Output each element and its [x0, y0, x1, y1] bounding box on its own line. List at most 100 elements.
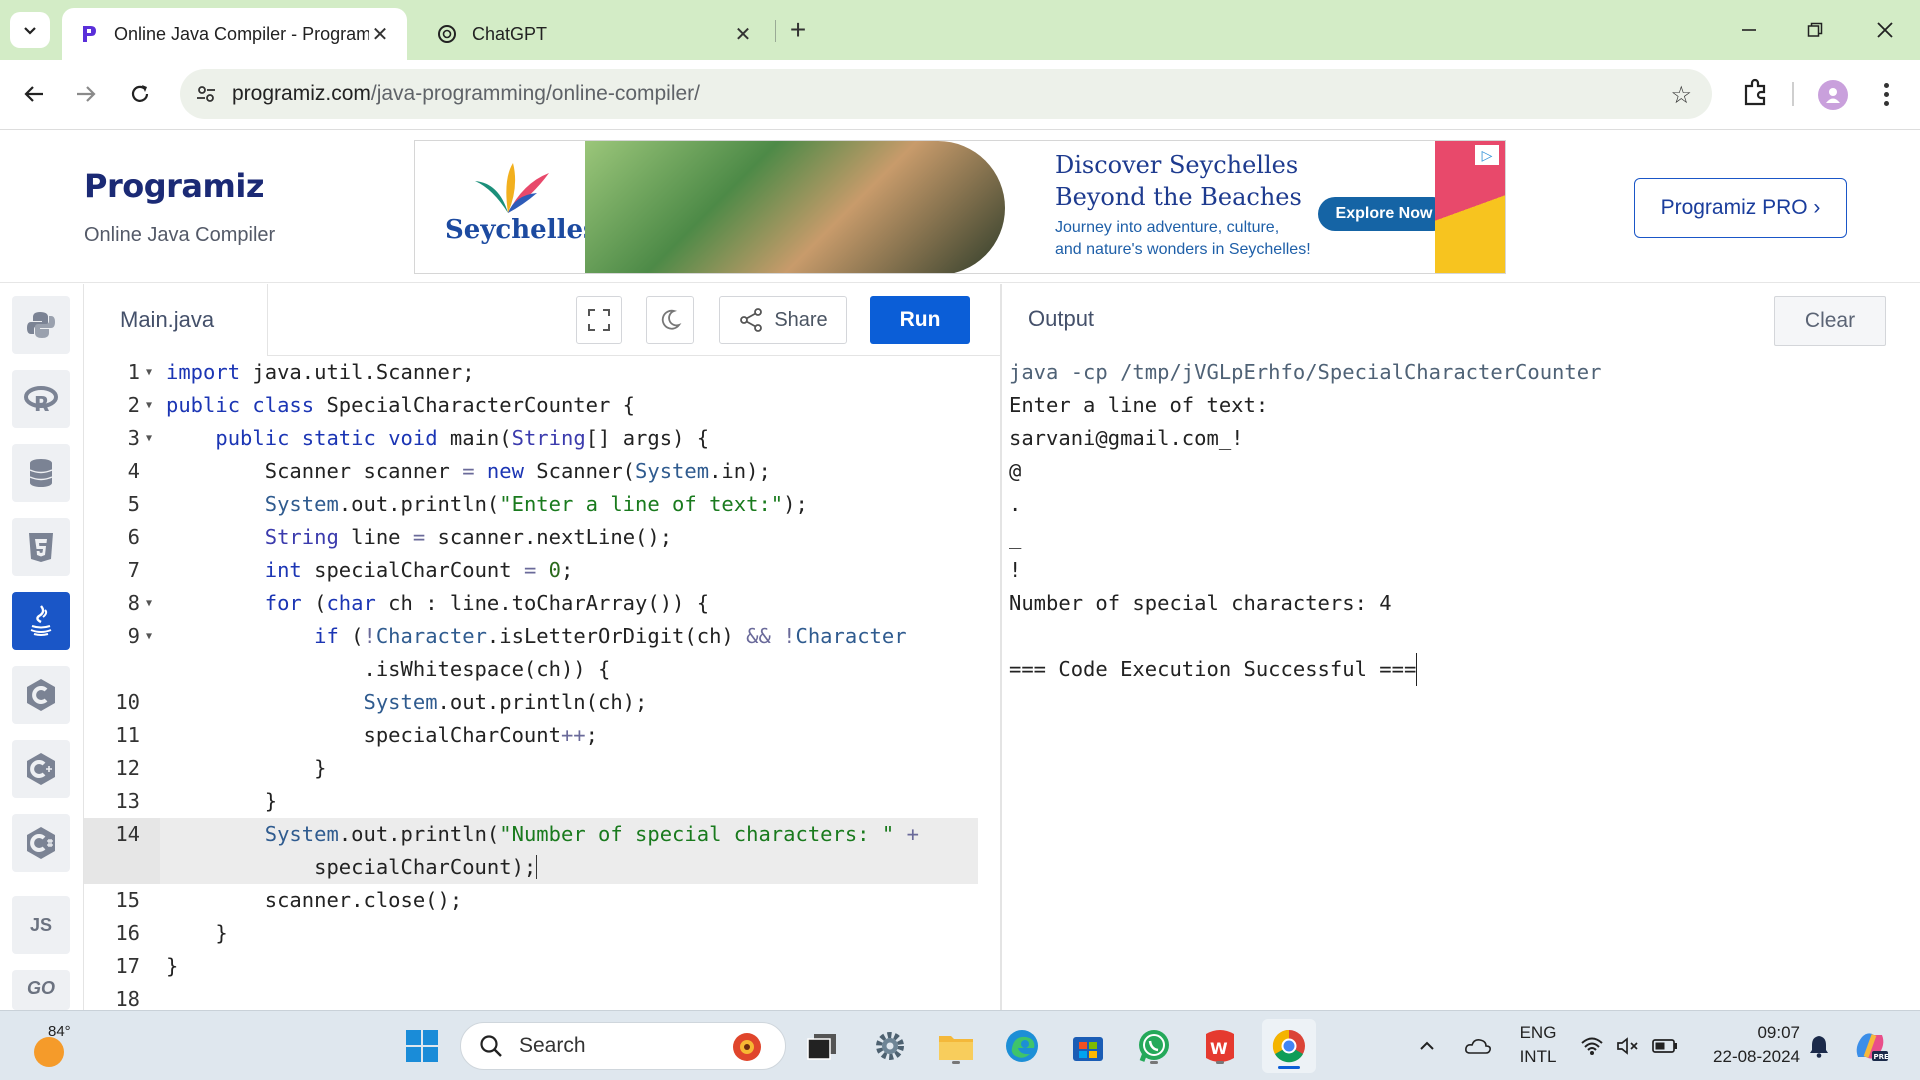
- volume-status[interactable]: [1616, 1011, 1640, 1080]
- programiz-favicon-icon: [78, 23, 100, 45]
- input-language-layout: INTL: [1519, 1047, 1557, 1066]
- svg-text:W: W: [1210, 1039, 1228, 1058]
- back-button[interactable]: [14, 74, 54, 114]
- ad-headline-line-1: Discover Seychelles: [1055, 151, 1299, 179]
- task-view-button[interactable]: [800, 1024, 844, 1068]
- gear-icon: [876, 1032, 904, 1060]
- tab-programiz[interactable]: Online Java Compiler - Program ✕: [62, 8, 407, 60]
- code-line: 9 ▼ if (!Character.isLetterOrDigit(ch) &&…: [84, 620, 1000, 653]
- extensions-icon[interactable]: [1738, 76, 1772, 110]
- programiz-pro-button[interactable]: Programiz PRO ›: [1634, 178, 1847, 238]
- search-icon: [480, 1035, 502, 1057]
- go-icon: GO: [26, 978, 55, 998]
- edge-browser-button[interactable]: [1000, 1024, 1044, 1068]
- tab-title: ChatGPT: [472, 23, 548, 44]
- code-line: 16 }: [84, 917, 1000, 950]
- code-line: 17}: [84, 950, 1000, 983]
- copilot-button[interactable]: PRE: [1852, 1011, 1888, 1080]
- file-explorer-button[interactable]: [934, 1024, 978, 1068]
- settings-app-button[interactable]: [868, 1024, 912, 1068]
- python-icon: [27, 312, 55, 338]
- line-number: 6: [127, 525, 140, 549]
- search-label: Search: [519, 1034, 586, 1057]
- running-indicator: [1278, 1066, 1300, 1069]
- battery-status[interactable]: [1652, 1011, 1678, 1080]
- url-path: /java-programming/online-compiler/: [370, 82, 701, 105]
- seychelles-logo-icon: [475, 163, 549, 213]
- lang-sql-button[interactable]: [12, 444, 70, 502]
- lang-r-button[interactable]: R: [12, 370, 70, 428]
- start-button[interactable]: [400, 1024, 444, 1068]
- line-number: 12: [115, 756, 140, 780]
- notifications-button[interactable]: [1808, 1011, 1830, 1080]
- url-host: programiz.com: [232, 82, 371, 105]
- new-tab-button[interactable]: +: [782, 14, 814, 46]
- tab-close-icon[interactable]: ✕: [369, 22, 391, 47]
- system-clock[interactable]: 09:07 22-08-2024: [1700, 1021, 1800, 1069]
- r-icon: R: [24, 386, 58, 413]
- fold-arrow-icon[interactable]: ▼: [146, 433, 152, 444]
- wifi-icon: [1581, 1037, 1603, 1055]
- output-console[interactable]: java -cp /tmp/jVGLpErhfo/SpecialCharacte…: [1002, 356, 1920, 1010]
- toolbar-separator: [1792, 82, 1794, 106]
- weather-widget[interactable]: 84°: [30, 1023, 76, 1067]
- input-language-indicator[interactable]: ENG INTL: [1516, 1021, 1560, 1069]
- lang-csharp-button[interactable]: [12, 814, 70, 872]
- bookmark-star-icon[interactable]: ☆: [1670, 81, 1692, 110]
- lang-cpp-button[interactable]: [12, 740, 70, 798]
- tab-search-button[interactable]: [10, 12, 50, 48]
- reload-icon: [131, 85, 149, 102]
- advertisement-banner[interactable]: Seychelles Discover Seychelles Beyond th…: [414, 140, 1506, 274]
- fold-arrow-icon[interactable]: ▼: [146, 598, 152, 609]
- address-bar[interactable]: programiz.com/java-programming/online-co…: [180, 69, 1712, 119]
- lang-python-button[interactable]: [12, 296, 70, 354]
- fold-arrow-icon[interactable]: ▼: [146, 631, 152, 642]
- tab-chatgpt[interactable]: ChatGPT ✕: [420, 8, 770, 60]
- edge-icon: [1006, 1030, 1038, 1062]
- clear-button[interactable]: Clear: [1774, 296, 1886, 346]
- share-button[interactable]: Share: [719, 296, 847, 344]
- fullscreen-button[interactable]: [576, 296, 622, 344]
- browser-menu-icon[interactable]: [1874, 76, 1898, 112]
- lang-c-button[interactable]: [12, 666, 70, 724]
- line-number: [84, 851, 160, 884]
- whatsapp-button[interactable]: [1132, 1024, 1176, 1068]
- lang-js-button[interactable]: JS: [12, 896, 70, 954]
- lang-go-button[interactable]: GO: [12, 970, 70, 1010]
- restore-button[interactable]: [1790, 10, 1840, 50]
- forward-button[interactable]: [66, 74, 106, 114]
- battery-icon: [1652, 1039, 1677, 1053]
- file-tab-main-java[interactable]: Main.java: [84, 284, 268, 356]
- wps-office-button[interactable]: W: [1198, 1024, 1242, 1068]
- moon-icon: [661, 309, 682, 330]
- reload-button[interactable]: [120, 74, 160, 114]
- code-editor[interactable]: 1 ▼ import java.util.Scanner; 2 ▼ public cla…: [84, 356, 1000, 1010]
- tray-overflow-button[interactable]: [1418, 1011, 1436, 1080]
- line-number: 10: [115, 690, 140, 714]
- close-window-button[interactable]: [1860, 10, 1910, 50]
- microsoft-store-button[interactable]: [1066, 1024, 1110, 1068]
- tab-separator: [775, 20, 776, 42]
- run-button[interactable]: Run: [870, 296, 970, 344]
- ad-choices-icon[interactable]: ▷: [1475, 145, 1499, 165]
- programiz-logo[interactable]: Programiz: [84, 167, 264, 205]
- code-line: 2 ▼ public class SpecialCharacterCounter {: [84, 389, 1000, 422]
- onedrive-button[interactable]: [1464, 1011, 1492, 1080]
- profile-avatar[interactable]: [1818, 80, 1848, 110]
- lang-java-button[interactable]: [12, 592, 70, 650]
- csharp-icon: [27, 827, 55, 859]
- site-info-icon[interactable]: [180, 84, 232, 104]
- taskbar-search[interactable]: Search: [460, 1022, 786, 1070]
- dark-mode-button[interactable]: [646, 296, 694, 344]
- lang-html-button[interactable]: [12, 518, 70, 576]
- fold-arrow-icon[interactable]: ▼: [146, 400, 152, 411]
- fold-arrow-icon[interactable]: ▼: [146, 367, 152, 378]
- input-language-primary: ENG: [1519, 1023, 1557, 1042]
- wifi-status[interactable]: [1580, 1011, 1604, 1080]
- chrome-button[interactable]: [1262, 1019, 1316, 1073]
- ad-explore-button[interactable]: Explore Now: [1318, 197, 1450, 231]
- minimize-icon: [1742, 29, 1756, 31]
- minimize-button[interactable]: [1724, 10, 1774, 50]
- code-line: 3 ▼ public static void main(String[] args…: [84, 422, 1000, 455]
- tab-close-icon[interactable]: ✕: [732, 22, 754, 47]
